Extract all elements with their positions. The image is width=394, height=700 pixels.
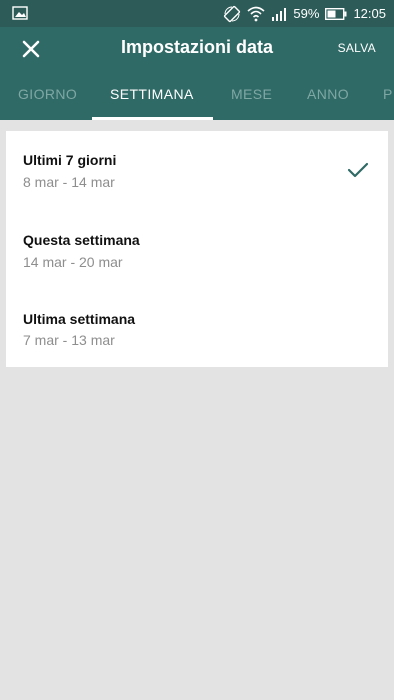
wifi-icon [247, 6, 265, 21]
battery-icon [325, 7, 347, 20]
image-icon [12, 6, 28, 20]
options-list: Ultimi 7 giorni 8 mar - 14 mar Questa se… [6, 131, 388, 367]
page-title: Impostazioni data [120, 37, 273, 57]
option-range: 7 mar - 13 mar [23, 332, 115, 348]
rotate-icon [224, 5, 241, 22]
battery-percent: 59% [293, 6, 320, 21]
app-bar: Impostazioni data SALVA [0, 27, 394, 72]
check-icon [347, 162, 369, 178]
option-range: 8 mar - 14 mar [23, 174, 115, 190]
list-item-last-7-days[interactable]: Ultimi 7 giorni 8 mar - 14 mar [6, 131, 388, 209]
save-button[interactable]: SALVA [338, 41, 376, 55]
signal-icon [272, 7, 287, 21]
option-title: Questa settimana [23, 232, 140, 248]
list-item-this-week[interactable]: Questa settimana 14 mar - 20 mar [6, 211, 388, 289]
tab-mese[interactable]: MESE [231, 86, 272, 102]
status-bar: 59% 12:05 [0, 0, 394, 27]
tab-bar: GIORNO SETTIMANA MESE ANNO P [0, 72, 394, 120]
tab-anno[interactable]: ANNO [307, 86, 349, 102]
option-title: Ultimi 7 giorni [23, 152, 117, 168]
tab-settimana[interactable]: SETTIMANA [110, 86, 194, 102]
list-item-last-week[interactable]: Ultima settimana 7 mar - 13 mar [6, 289, 388, 367]
tab-overflow[interactable]: P [383, 86, 393, 102]
option-range: 14 mar - 20 mar [23, 254, 123, 270]
option-title: Ultima settimana [23, 311, 136, 327]
tab-indicator [92, 117, 213, 120]
clock: 12:05 [353, 6, 386, 21]
tab-giorno[interactable]: GIORNO [18, 86, 77, 102]
